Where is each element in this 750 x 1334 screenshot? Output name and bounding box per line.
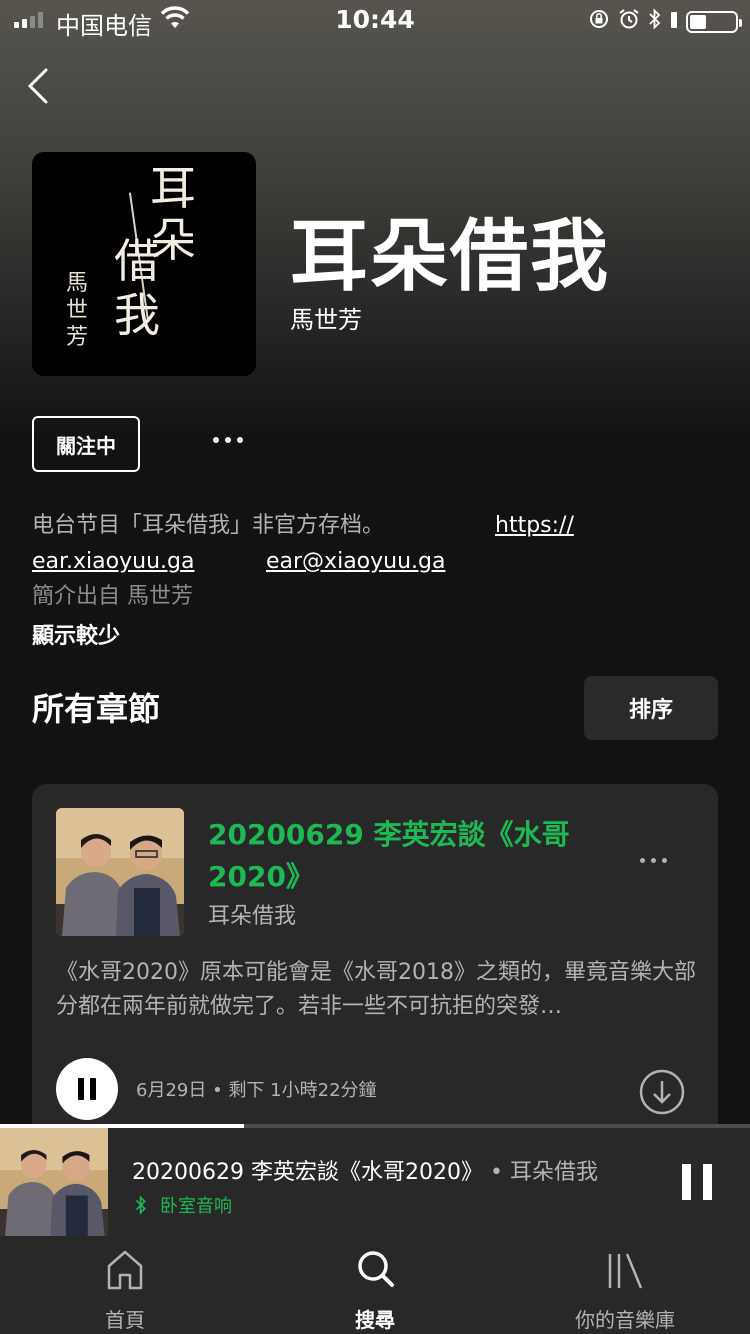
description-credit: 簡介出自 馬世芳 [32, 584, 193, 609]
cover-author: 馬世芳 [66, 271, 89, 350]
description-text: 电台节目「耳朵借我」非官方存档。 [32, 513, 385, 538]
bluetooth-icon [135, 1195, 146, 1215]
episode-pause-button[interactable] [56, 1058, 118, 1120]
now-playing-show: 耳朵借我 [509, 1160, 598, 1185]
now-playing-thumbnail [0, 1128, 108, 1236]
email-link[interactable]: ear@xiaoyuu.ga [266, 544, 445, 580]
episode-date: 6月29日 [136, 1080, 207, 1101]
podcast-cover: 耳朵 借我 馬世芳 [32, 152, 256, 376]
library-icon [608, 1253, 643, 1289]
device-name: 卧室音响 [160, 1196, 232, 1217]
more-options-button[interactable] [204, 420, 252, 460]
episode-show-name: 耳朵借我 [208, 904, 297, 929]
cover-title-2: 借我 [114, 234, 160, 342]
pause-icon [78, 1078, 84, 1100]
website-link-part1[interactable]: https:// [495, 508, 574, 544]
tab-home[interactable]: 首頁 [0, 1236, 250, 1334]
sort-button[interactable]: 排序 [584, 676, 718, 740]
episode-meta: 6月29日 • 剩下 1小時22分鐘 [136, 1080, 377, 1101]
bluetooth-icon [648, 8, 662, 36]
episode-card[interactable]: 20200629 李英宏談《水哥2020》 耳朵借我 《水哥2020》原本可能會… [32, 784, 718, 1164]
tab-home-label: 首頁 [105, 1308, 145, 1332]
title-separator: • [489, 1160, 503, 1185]
back-button[interactable] [22, 64, 62, 108]
battery-icon [686, 11, 742, 33]
download-button[interactable] [638, 1068, 686, 1120]
tab-search-label: 搜尋 [355, 1308, 395, 1332]
now-playing-title-line: 20200629 李英宏談《水哥2020》 • 耳朵借我 [132, 1154, 598, 1186]
episode-thumbnail [56, 808, 184, 936]
charging-icon [670, 8, 678, 36]
download-icon [639, 1069, 685, 1115]
orientation-lock-icon [588, 8, 610, 36]
bottom-tab-bar: 首頁 搜尋 你的音樂庫 [0, 1236, 750, 1334]
now-playing-title: 20200629 李英宏談《水哥2020》 [132, 1160, 483, 1185]
all-episodes-heading: 所有章節 [32, 690, 161, 728]
chevron-left-icon [27, 68, 48, 104]
now-playing-bar[interactable]: 20200629 李英宏談《水哥2020》 • 耳朵借我 卧室音响 [0, 1124, 750, 1236]
podcast-author[interactable]: 馬世芳 [290, 300, 362, 335]
status-bar: 中国电信 10:44 [0, 0, 750, 40]
podcast-description: 电台节目「耳朵借我」非官方存档。 https:// ear.xiaoyuu.ga… [32, 508, 722, 580]
alarm-icon [618, 8, 640, 36]
home-icon [107, 1250, 143, 1290]
episode-more-button[interactable] [640, 858, 667, 863]
website-link-part2[interactable]: ear.xiaoyuu.ga [32, 544, 194, 580]
pause-icon [682, 1164, 691, 1200]
episode-remaining: 剩下 1小時22分鐘 [228, 1080, 377, 1101]
tab-search[interactable]: 搜尋 [250, 1236, 500, 1334]
episode-description: 《水哥2020》原本可能會是《水哥2018》之類的，畢竟音樂大部分都在兩年前就做… [56, 960, 696, 1019]
show-less-button[interactable]: 顯示較少 [32, 618, 120, 650]
now-playing-pause-button[interactable] [682, 1164, 712, 1200]
playback-progress [0, 1124, 750, 1128]
tab-library[interactable]: 你的音樂庫 [500, 1236, 750, 1334]
tab-library-label: 你的音樂庫 [575, 1308, 675, 1332]
follow-button[interactable]: 關注中 [32, 416, 140, 472]
podcast-title: 耳朵借我 [290, 212, 611, 302]
connect-device[interactable]: 卧室音响 [134, 1192, 232, 1218]
episode-title[interactable]: 20200629 李英宏談《水哥2020》 [208, 814, 588, 898]
search-icon [358, 1251, 394, 1287]
